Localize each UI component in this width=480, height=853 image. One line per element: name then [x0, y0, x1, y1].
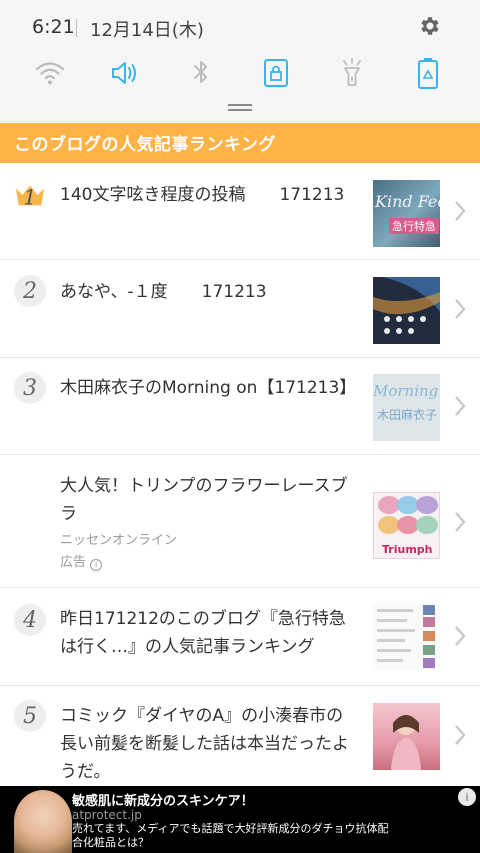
chevron-right-icon [455, 201, 466, 221]
status-time: 6:21 [32, 16, 75, 38]
ad-info-icon[interactable]: i [458, 788, 476, 806]
ad-model-image [14, 790, 72, 853]
chevron-right-icon [455, 626, 466, 646]
svg-text:1: 1 [23, 185, 36, 209]
chevron-right-icon [455, 396, 466, 416]
ad-label: 広告 i [60, 551, 103, 571]
list-item[interactable]: 4 昨日171212のこのブログ『急行特急は行く…』の人気記事ランキング [0, 588, 480, 686]
ranking-title: このブログの人気記事ランキング [14, 135, 276, 155]
rank-badge: 4 [14, 604, 46, 636]
article-title: 木田麻衣子のMorning on【171213】 [60, 378, 357, 398]
list-item[interactable]: 2 あなや、-１度 171213 [0, 260, 480, 358]
status-date: 12月14日(木) [90, 20, 204, 41]
article-title: 昨日171212のこのブログ『急行特急は行く…』の人気記事ランキング [60, 609, 346, 657]
article-thumbnail [373, 603, 440, 670]
chevron-right-icon [455, 725, 466, 745]
rank-badge: 3 [14, 372, 46, 404]
rank-badge: 5 [14, 700, 46, 732]
volume-icon[interactable] [107, 55, 143, 91]
panel-drag-handle[interactable] [228, 104, 252, 111]
sponsored-list-item[interactable]: 大人気！トリンプのフラワーレースブラ ニッセンオンライン 広告 i Triump… [0, 455, 480, 588]
battery-saver-icon[interactable] [410, 55, 446, 91]
list-item[interactable]: 5 コミック『ダイヤのA』の小湊春市の長い前髪を断髪した話は本当だったようだ。 [0, 686, 480, 786]
article-title: 140文字呟き程度の投稿 171213 [60, 185, 345, 205]
screen-lock-icon[interactable] [258, 55, 294, 91]
ad-body-text: 売れてます、メディアでも話題で大好評新成分のダチョウ抗体配合化粧品とは？ [72, 822, 389, 849]
ad-domain: atprotect.jp [72, 808, 142, 822]
info-icon[interactable]: i [90, 559, 103, 571]
divider [76, 19, 77, 37]
article-thumbnail [373, 703, 440, 770]
advertiser-name: ニッセンオンライン [60, 533, 178, 548]
ad-title: 大人気！トリンプのフラワーレースブラ [60, 476, 348, 524]
ranking-header: このブログの人気記事ランキング [0, 123, 480, 163]
ad-thumbnail: Triumph [373, 492, 440, 559]
rank-badge: 2 [14, 275, 46, 307]
chevron-right-icon [455, 299, 466, 319]
article-title: あなや、-１度 171213 [60, 282, 267, 302]
list-item[interactable]: 1 140文字呟き程度の投稿 171213 Kind Feeli 急行特急 [0, 163, 480, 260]
list-item[interactable]: 3 木田麻衣子のMorning on【171213】 Morning o 木田麻… [0, 358, 480, 455]
article-thumbnail [373, 277, 440, 344]
article-thumbnail: Kind Feeli 急行特急 [373, 180, 440, 247]
wifi-icon[interactable] [32, 55, 68, 91]
gear-icon[interactable] [418, 14, 442, 38]
article-thumbnail: Morning o 木田麻衣子 [373, 374, 440, 441]
article-title: コミック『ダイヤのA』の小湊春市の長い前髪を断髪した話は本当だったようだ。 [60, 706, 349, 782]
bluetooth-icon[interactable] [183, 55, 219, 91]
ad-headline: 敏感肌に新成分のスキンケア！ [72, 794, 254, 809]
crown-icon: 1 [14, 179, 46, 211]
quick-settings-panel: 6:21 12月14日(木) [0, 0, 480, 122]
flashlight-icon[interactable] [334, 55, 370, 91]
chevron-right-icon [455, 512, 466, 532]
quick-toggle-row [0, 55, 480, 95]
